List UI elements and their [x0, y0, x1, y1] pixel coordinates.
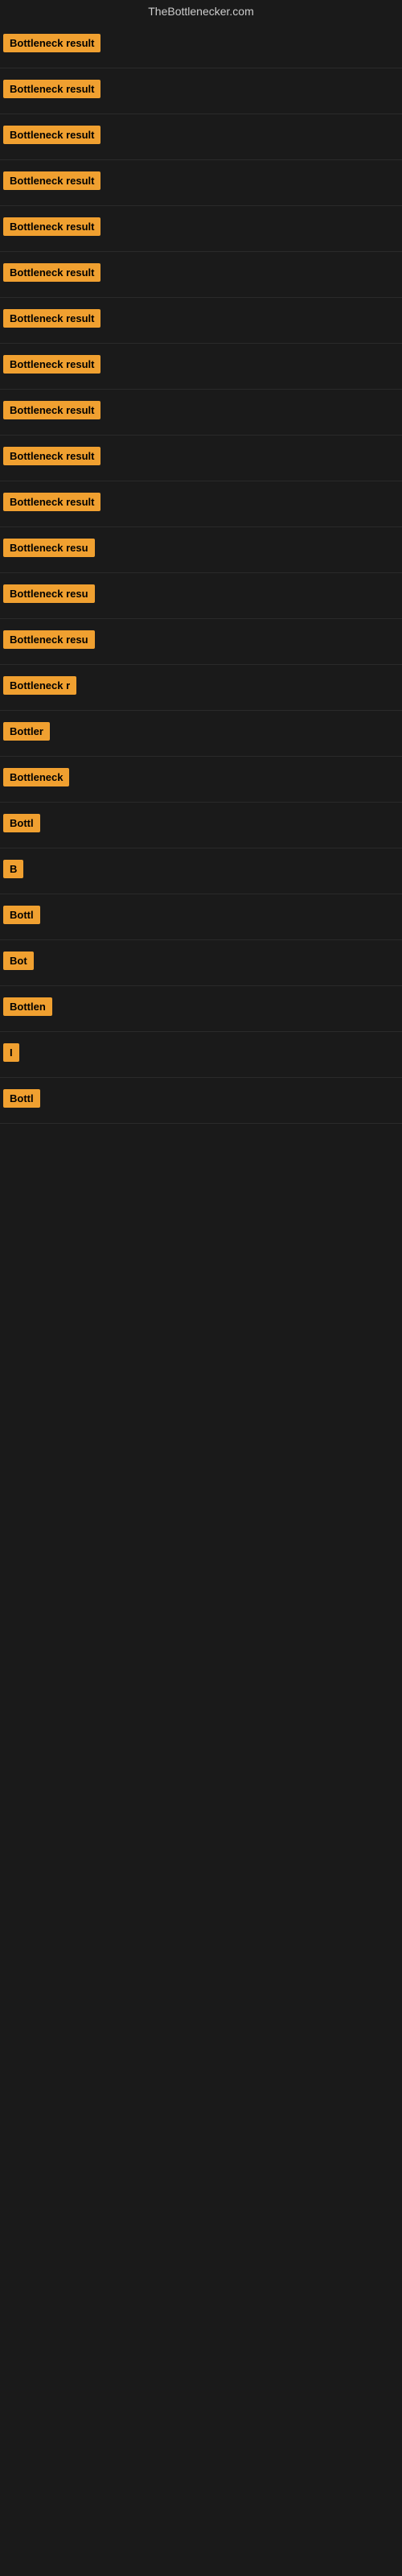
bottleneck-badge-13[interactable]: Bottleneck resu: [3, 584, 95, 603]
bottleneck-badge-12[interactable]: Bottleneck resu: [3, 539, 95, 557]
bottleneck-badge-10[interactable]: Bottleneck result: [3, 447, 100, 465]
result-row: Bottl: [0, 803, 402, 848]
bottleneck-badge-2[interactable]: Bottleneck result: [3, 80, 100, 98]
result-row: Bottleneck result: [0, 206, 402, 252]
bottleneck-badge-24[interactable]: Bottl: [3, 1089, 40, 1108]
bottleneck-badge-14[interactable]: Bottleneck resu: [3, 630, 95, 649]
site-title-text: TheBottlenecker.com: [148, 5, 254, 18]
bottleneck-badge-5[interactable]: Bottleneck result: [3, 217, 100, 236]
bottleneck-badge-9[interactable]: Bottleneck result: [3, 401, 100, 419]
bottleneck-badge-7[interactable]: Bottleneck result: [3, 309, 100, 328]
result-row: Bottleneck result: [0, 436, 402, 481]
result-row: Bottleneck result: [0, 68, 402, 114]
bottleneck-badge-15[interactable]: Bottleneck r: [3, 676, 76, 695]
result-row: Bottleneck result: [0, 114, 402, 160]
bottleneck-badge-16[interactable]: Bottler: [3, 722, 50, 741]
bottleneck-badge-4[interactable]: Bottleneck result: [3, 171, 100, 190]
bottleneck-badge-22[interactable]: Bottlen: [3, 997, 52, 1016]
bottleneck-badge-23[interactable]: I: [3, 1043, 19, 1062]
result-row: Bottleneck result: [0, 23, 402, 68]
result-row: Bottleneck result: [0, 481, 402, 527]
result-row: Bot: [0, 940, 402, 986]
result-row: Bottleneck result: [0, 344, 402, 390]
bottleneck-badge-19[interactable]: B: [3, 860, 23, 878]
bottleneck-badge-6[interactable]: Bottleneck result: [3, 263, 100, 282]
result-row: Bottleneck result: [0, 390, 402, 436]
bottleneck-badge-21[interactable]: Bot: [3, 952, 34, 970]
result-row: Bottleneck result: [0, 160, 402, 206]
bottleneck-badge-17[interactable]: Bottleneck: [3, 768, 69, 786]
result-row: Bottl: [0, 894, 402, 940]
result-row: Bottleneck resu: [0, 619, 402, 665]
result-row: Bottler: [0, 711, 402, 757]
result-row: Bottleneck: [0, 757, 402, 803]
bottleneck-badge-3[interactable]: Bottleneck result: [3, 126, 100, 144]
bottleneck-badge-8[interactable]: Bottleneck result: [3, 355, 100, 374]
bottleneck-badge-20[interactable]: Bottl: [3, 906, 40, 924]
result-row: Bottlen: [0, 986, 402, 1032]
result-row: Bottleneck r: [0, 665, 402, 711]
result-row: B: [0, 848, 402, 894]
site-title: TheBottlenecker.com: [0, 0, 402, 23]
result-row: Bottleneck result: [0, 252, 402, 298]
bottleneck-badge-1[interactable]: Bottleneck result: [3, 34, 100, 52]
result-row: Bottleneck result: [0, 298, 402, 344]
bottleneck-badge-18[interactable]: Bottl: [3, 814, 40, 832]
result-row: Bottleneck resu: [0, 527, 402, 573]
bottleneck-badge-11[interactable]: Bottleneck result: [3, 493, 100, 511]
result-row: Bottleneck resu: [0, 573, 402, 619]
result-row: I: [0, 1032, 402, 1078]
result-row: Bottl: [0, 1078, 402, 1124]
